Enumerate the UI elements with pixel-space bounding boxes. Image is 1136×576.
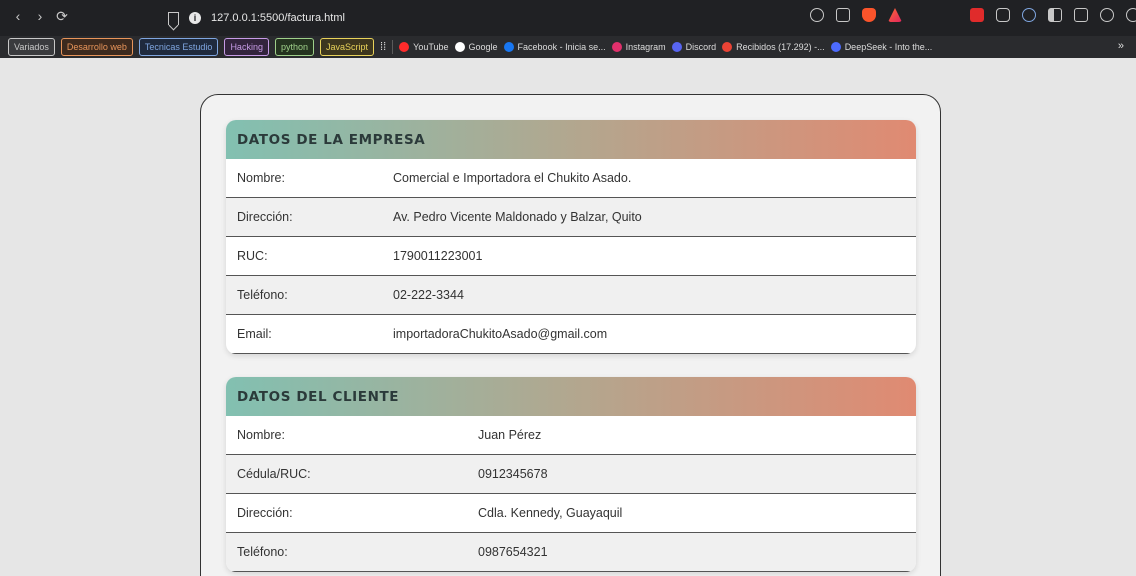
pdf-extension-icon[interactable] <box>970 8 984 22</box>
client-rows: Nombre: Juan Pérez Cédula/RUC: 0912345678 Di… <box>226 416 916 572</box>
company-section: DATOS DE LA EMPRESA Nombre: Comercial e I… <box>226 120 916 354</box>
back-icon[interactable]: ‹ <box>10 8 26 24</box>
row-label: Teléfono: <box>237 288 288 302</box>
row-value: Juan Pérez <box>478 428 542 442</box>
discord-icon <box>671 42 682 52</box>
more-bookmarks-icon[interactable]: » <box>1118 40 1124 52</box>
table-row: Dirección: Cdla. Kennedy, Guayaquil <box>226 494 916 533</box>
bookmark-instagram[interactable]: Instagram <box>611 42 666 52</box>
client-section: DATOS DEL CLIENTE Nombre: Juan Pérez Cédul… <box>226 377 916 572</box>
instagram-icon <box>611 42 622 52</box>
client-section-title: DATOS DEL CLIENTE <box>237 388 400 405</box>
row-value: 1790011223001 <box>393 249 483 263</box>
row-value: importadoraChukitoAsado@gmail.com <box>393 327 608 341</box>
row-label: RUC: <box>237 249 268 263</box>
row-value: 02-222-3344 <box>393 288 464 302</box>
bookmark-folder-variados[interactable]: Variados <box>8 38 55 56</box>
bookmark-label: Discord <box>685 42 717 52</box>
bookmarks-divider <box>392 40 394 54</box>
table-row: RUC: 1790011223001 <box>226 237 916 276</box>
company-section-header: DATOS DE LA EMPRESA <box>226 120 916 159</box>
google-icon <box>454 42 465 52</box>
row-value: Comercial e Importadora el Chukito Asado… <box>393 171 632 185</box>
row-label: Teléfono: <box>237 545 288 559</box>
bookmark-icon[interactable] <box>168 11 179 25</box>
vpn-icon[interactable] <box>1126 8 1136 22</box>
row-value: Av. Pedro Vicente Maldonado y Balzar, Qu… <box>393 210 642 224</box>
extensions-icon[interactable] <box>996 8 1010 22</box>
bookmark-youtube[interactable]: YouTube <box>399 42 449 52</box>
brave-shields-icon[interactable] <box>862 8 876 22</box>
bookmarks-bar: Variados Desarrollo web Tecnicas Estudio Ha… <box>0 36 1136 58</box>
wallet-icon[interactable] <box>1074 8 1088 22</box>
bookmark-folder-javascript[interactable]: JavaScript <box>319 38 375 56</box>
table-row: Teléfono: 0987654321 <box>226 533 916 572</box>
row-label: Dirección: <box>237 506 293 520</box>
bookmark-label: YouTube <box>413 42 449 52</box>
download-icon[interactable] <box>1022 8 1036 22</box>
invoice-container: DATOS DE LA EMPRESA Nombre: Comercial e I… <box>200 94 941 576</box>
address-bar[interactable]: i 127.0.0.1:5500/factura.html <box>168 9 345 27</box>
bookmark-label: DeepSeek - Into the... <box>844 42 933 52</box>
zoom-icon[interactable] <box>810 8 824 22</box>
gmail-icon <box>722 42 733 52</box>
row-label: Nombre: <box>237 171 285 185</box>
row-value: 0912345678 <box>478 467 548 481</box>
url-text[interactable]: 127.0.0.1:5500/factura.html <box>211 12 345 24</box>
table-row: Teléfono: 02-222-3344 <box>226 276 916 315</box>
row-label: Email: <box>237 327 272 341</box>
table-row: Dirección: Av. Pedro Vicente Maldonado y … <box>226 198 916 237</box>
bookmark-folder-tecnicas-estudio[interactable]: Tecnicas Estudio <box>138 38 219 56</box>
bookmark-folder-hacking[interactable]: Hacking <box>224 38 269 56</box>
bookmark-label: Google <box>468 42 498 52</box>
bookmark-label: Recibidos (17.292) -... <box>736 42 825 52</box>
deepseek-icon <box>830 42 841 52</box>
company-rows: Nombre: Comercial e Importadora el Chukit… <box>226 159 916 354</box>
forward-icon[interactable]: › <box>32 8 48 24</box>
facebook-icon <box>503 42 514 52</box>
table-row: Cédula/RUC: 0912345678 <box>226 455 916 494</box>
bookmark-folder-python[interactable]: python <box>274 38 314 56</box>
bookmark-google[interactable]: Google <box>454 42 498 52</box>
row-label: Cédula/RUC: <box>237 467 311 481</box>
row-label: Nombre: <box>237 428 285 442</box>
bookmark-discord[interactable]: Discord <box>671 42 717 52</box>
bookmark-label: Instagram <box>625 42 666 52</box>
row-value: 0987654321 <box>478 545 548 559</box>
brave-rewards-icon[interactable] <box>888 8 902 22</box>
row-label: Dirección: <box>237 210 293 224</box>
table-row: Email: importadoraChukitoAsado@gmail.com <box>226 315 916 354</box>
apps-grid-icon[interactable]: ⁞⁞ <box>380 41 386 53</box>
bookmark-gmail[interactable]: Recibidos (17.292) -... <box>722 42 825 52</box>
leo-icon[interactable] <box>1100 8 1114 22</box>
bookmark-deepseek[interactable]: DeepSeek - Into the... <box>830 42 933 52</box>
reload-icon[interactable]: ⟳ <box>54 8 70 24</box>
address-bar-actions <box>810 8 902 22</box>
sidebar-icon[interactable] <box>1048 8 1062 22</box>
company-section-title: DATOS DE LA EMPRESA <box>237 131 426 148</box>
table-row: Nombre: Comercial e Importadora el Chukit… <box>226 159 916 198</box>
bookmark-label: Facebook - Inicia se... <box>517 42 606 52</box>
bookmark-folder-desarrollo-web[interactable]: Desarrollo web <box>60 38 133 56</box>
bookmark-facebook[interactable]: Facebook - Inicia se... <box>503 42 606 52</box>
browser-toolbar: ‹ › ⟳ i 127.0.0.1:5500/factura.html <box>0 0 1136 36</box>
youtube-icon <box>399 42 410 52</box>
table-row: Nombre: Juan Pérez <box>226 416 916 455</box>
client-section-header: DATOS DEL CLIENTE <box>226 377 916 416</box>
share-icon[interactable] <box>836 8 850 22</box>
extensions-bar <box>970 8 1136 22</box>
site-info-icon[interactable]: i <box>189 12 201 24</box>
row-value: Cdla. Kennedy, Guayaquil <box>478 506 623 520</box>
